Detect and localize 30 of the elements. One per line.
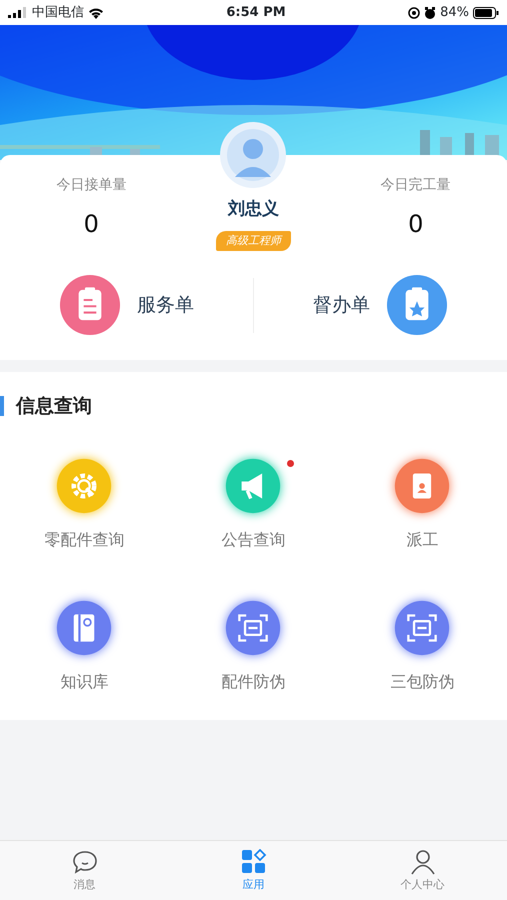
order-button[interactable]: 督办单	[254, 268, 507, 342]
wifi-icon	[88, 6, 104, 18]
battery-icon	[472, 6, 499, 18]
chat-bubble-icon	[72, 849, 98, 875]
carrier-name: 中国电信	[32, 4, 84, 22]
menu-tile[interactable]: 配件防伪	[168, 600, 338, 694]
app-grid-icon	[240, 849, 266, 875]
menu-tile[interactable]: 零配件查询	[0, 458, 169, 552]
role-tag: 高级工程师	[216, 230, 291, 251]
menu-tile[interactable]: 派工	[338, 458, 507, 552]
order-button[interactable]: 服务单	[0, 268, 253, 342]
section-title: 信息查询	[0, 396, 507, 416]
stat-value: 0	[408, 209, 424, 240]
rotation-lock-icon	[408, 6, 420, 18]
clock-time: 6:54 PM	[226, 4, 286, 22]
tab-item[interactable]: 应用	[169, 841, 338, 900]
tab-item[interactable]: 个人中心	[338, 841, 507, 900]
battery-percent: 84%	[440, 4, 469, 22]
alarm-icon	[424, 6, 436, 18]
user-name: 刘忠义	[228, 198, 279, 221]
avatar[interactable]	[220, 122, 286, 188]
menu-tile[interactable]: 三包防伪	[338, 600, 507, 694]
stat-label: 今日完工量	[380, 176, 451, 195]
menu-tile[interactable]: 知识库	[0, 600, 169, 694]
menu-tile[interactable]: 公告查询	[168, 458, 338, 552]
person-icon	[410, 849, 436, 875]
signal-icon	[8, 7, 28, 18]
tab-item[interactable]: 消息	[0, 841, 169, 900]
stat-label: 今日接单量	[56, 176, 126, 195]
stat-value: 0	[84, 209, 99, 240]
